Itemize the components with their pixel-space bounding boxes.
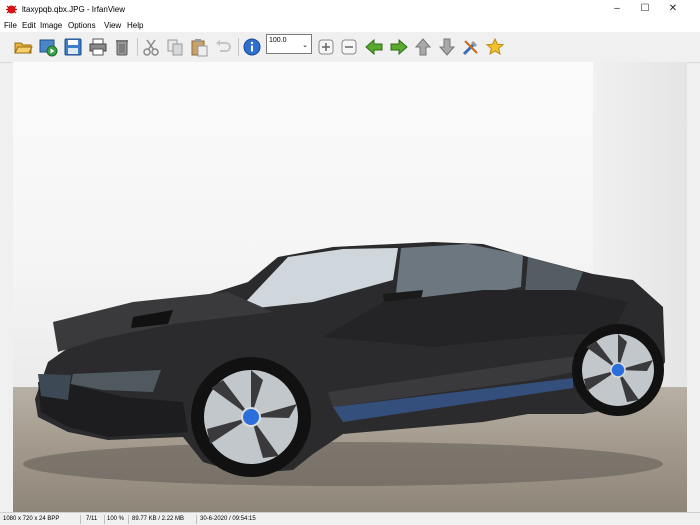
close-button[interactable]: ✕ [660, 2, 686, 16]
zoom-combobox[interactable]: 100.0 ⌄ [266, 34, 312, 54]
first-icon[interactable] [413, 37, 433, 57]
toolbar-separator [238, 38, 239, 56]
toolbar-separator [137, 38, 138, 56]
menu-bar: File Edit Image Options View Help [0, 18, 700, 32]
print-icon[interactable] [88, 37, 108, 57]
info-icon[interactable] [242, 37, 262, 57]
irfanview-window: ltaxypqb.qbx.JPG - IrfanView – ☐ ✕ File … [0, 0, 700, 525]
status-bar: 1080 x 720 x 24 BPP 7/11 100 % 89.77 KB … [0, 512, 700, 525]
menu-edit[interactable]: Edit [22, 21, 36, 30]
zoom-value[interactable]: 100.0 [269, 37, 287, 44]
zoom-in-icon[interactable] [316, 37, 336, 57]
status-separator [104, 515, 105, 524]
cut-icon[interactable] [141, 37, 161, 57]
save-icon[interactable] [63, 37, 83, 57]
favorite-icon[interactable] [485, 37, 505, 57]
status-zoom: 100 % [107, 516, 125, 522]
delete-icon[interactable] [112, 37, 132, 57]
folder-open-icon[interactable] [13, 37, 33, 57]
copy-icon[interactable] [165, 37, 185, 57]
zoom-out-icon[interactable] [339, 37, 359, 57]
title-bar: ltaxypqb.qbx.JPG - IrfanView – ☐ ✕ [0, 0, 700, 18]
menu-file[interactable]: File [4, 21, 17, 30]
menu-view[interactable]: View [104, 21, 121, 30]
menu-image[interactable]: Image [40, 21, 62, 30]
car-photo [23, 242, 665, 486]
window-title: ltaxypqb.qbx.JPG - IrfanView [22, 5, 126, 14]
status-datetime: 30-6-2020 / 09:54:15 [200, 516, 256, 522]
status-separator [196, 515, 197, 524]
menu-options[interactable]: Options [68, 21, 96, 30]
paste-icon[interactable] [189, 37, 209, 57]
slideshow-icon[interactable] [38, 37, 58, 57]
status-dimensions: 1080 x 720 x 24 BPP [3, 516, 60, 522]
status-filesize: 89.77 KB / 2.22 MB [132, 516, 185, 522]
status-separator [80, 515, 81, 524]
next-icon[interactable] [389, 37, 409, 57]
status-separator [128, 515, 129, 524]
previous-icon[interactable] [364, 37, 384, 57]
irfanview-cat-icon [6, 5, 17, 14]
maximize-button[interactable]: ☐ [632, 2, 658, 16]
settings-icon[interactable] [461, 37, 481, 57]
menu-help[interactable]: Help [127, 21, 143, 30]
image-viewport[interactable] [13, 62, 687, 512]
last-icon[interactable] [437, 37, 457, 57]
status-index: 7/11 [86, 516, 98, 522]
chevron-down-icon[interactable]: ⌄ [302, 41, 308, 49]
undo-icon[interactable] [213, 37, 233, 57]
minimize-button[interactable]: – [604, 2, 630, 16]
